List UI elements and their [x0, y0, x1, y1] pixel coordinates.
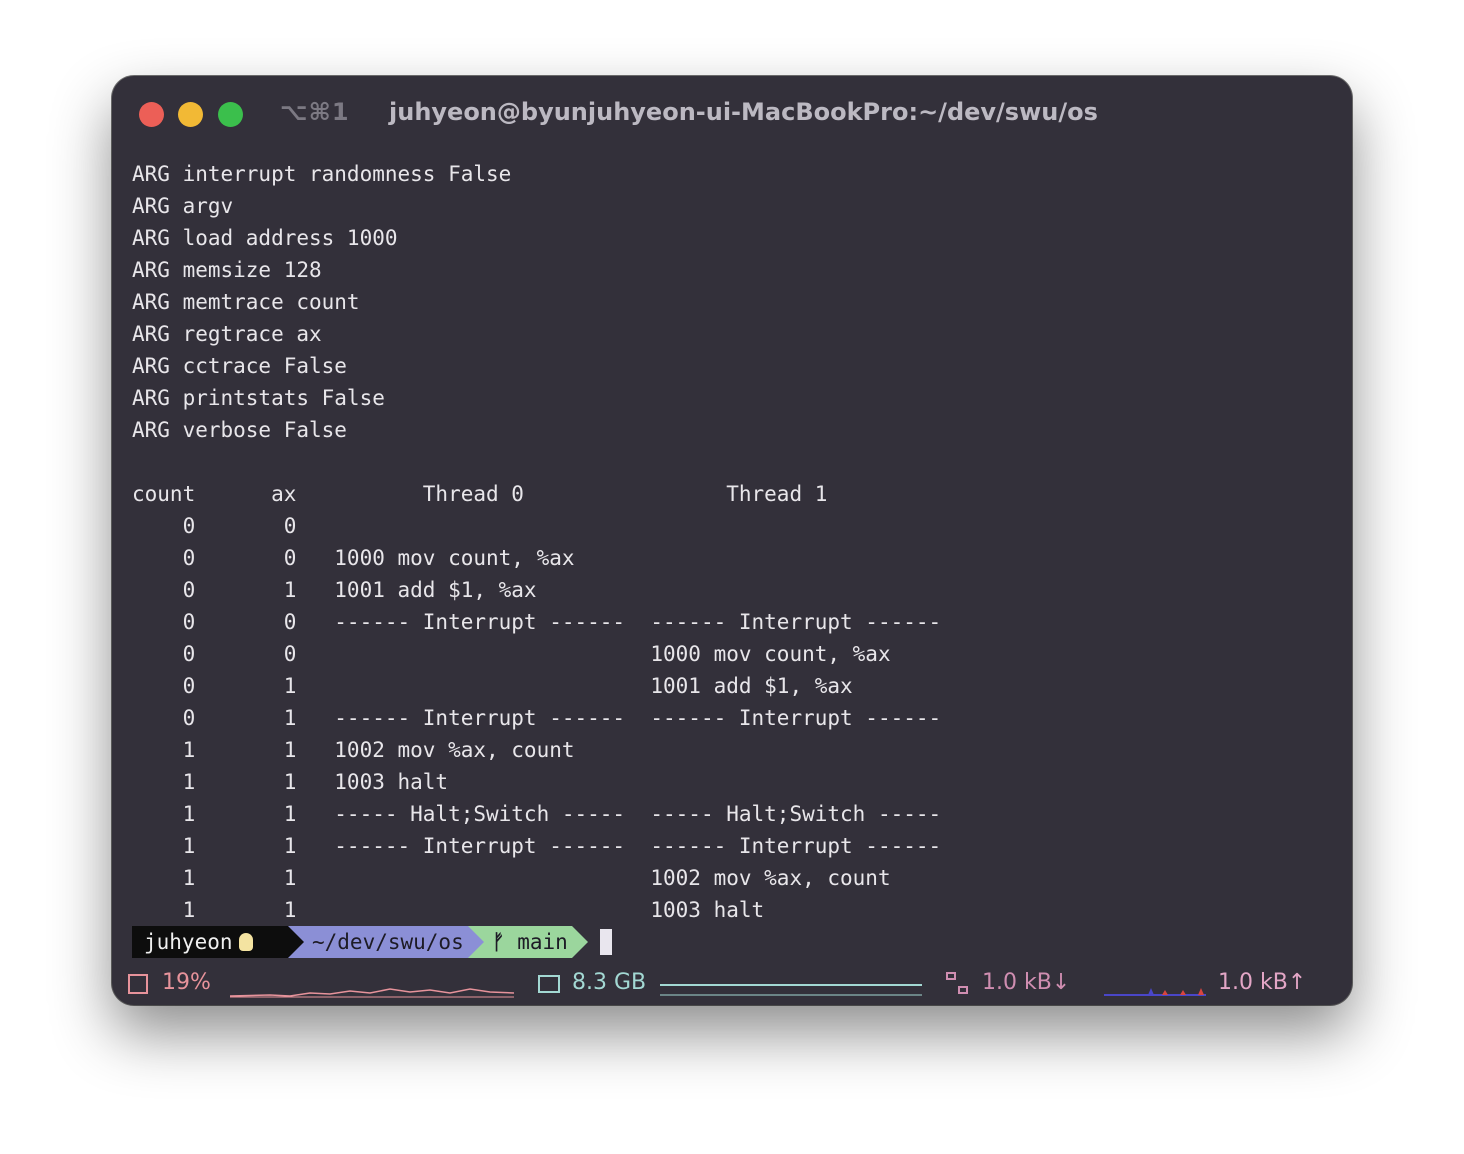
segment-separator-icon: [572, 926, 588, 958]
network-icon: [946, 972, 970, 996]
network-sparkline: [1104, 988, 1206, 996]
status-bar: 19% 8.3 GB 1.0 kB↓ 1.0 kB↑: [112, 964, 1352, 1004]
terminal-line: count ax Thread 0 Thread 1: [132, 482, 828, 506]
memory-sparkline: [660, 984, 922, 996]
terminal-line: 0 0: [132, 514, 297, 538]
terminal-line: 1 1 1002 mov %ax, count: [132, 738, 575, 762]
terminal-line: 0 0 1000 mov count, %ax: [132, 546, 575, 570]
terminal-line: ARG cctrace False: [132, 354, 347, 378]
terminal-line: ARG regtrace ax: [132, 322, 322, 346]
terminal-line: ARG load address 1000: [132, 226, 398, 250]
terminal-line: 0 1 1001 add $1, %ax: [132, 674, 853, 698]
git-branch-icon: ᚠ: [492, 930, 518, 954]
terminal-line: ARG memsize 128: [132, 258, 322, 282]
zoom-window-button[interactable]: [218, 102, 243, 127]
terminal-line: ARG argv: [132, 194, 234, 218]
terminal-line: 1 1 ----- Halt;Switch ----- ----- Halt;S…: [132, 802, 942, 826]
title-bar: ⌥⌘1 juhyeon@byunjuhyeon-ui-MacBookPro:~/…: [112, 76, 1352, 152]
terminal-line: ARG interrupt randomness False: [132, 162, 512, 186]
window-title: juhyeon@byunjuhyeon-ui-MacBookPro:~/dev/…: [389, 98, 1098, 126]
network-download: 1.0 kB↓: [982, 970, 1071, 995]
terminal-line: ARG verbose False: [132, 418, 347, 442]
terminal-window: ⌥⌘1 juhyeon@byunjuhyeon-ui-MacBookPro:~/…: [112, 76, 1352, 1005]
cpu-icon: [128, 974, 148, 994]
network-upload: 1.0 kB↑: [1218, 970, 1307, 995]
terminal-line: 1 1 1003 halt: [132, 898, 765, 922]
prompt-branch: main: [517, 930, 568, 954]
terminal-line: 0 1 ------ Interrupt ------ ------ Inter…: [132, 706, 942, 730]
terminal-line: 1 1 ------ Interrupt ------ ------ Inter…: [132, 834, 942, 858]
terminal-line: 0 0 ------ Interrupt ------ ------ Inter…: [132, 610, 942, 634]
memory-usage: 8.3 GB: [572, 970, 647, 995]
memory-icon: [538, 975, 560, 993]
cpu-usage: 19%: [162, 970, 211, 995]
terminal-output[interactable]: ARG interrupt randomness False ARG argv AR…: [132, 158, 941, 926]
terminal-line: 1 1 1002 mov %ax, count: [132, 866, 891, 890]
terminal-line: ARG printstats False: [132, 386, 385, 410]
minimize-window-button[interactable]: [178, 102, 203, 127]
close-window-button[interactable]: [139, 102, 164, 127]
terminal-line: 1 1 1003 halt: [132, 770, 449, 794]
segment-separator-icon: [288, 926, 304, 958]
lightbulb-icon: [238, 933, 253, 951]
prompt-user-segment: juhyeon: [132, 926, 288, 958]
prompt-path-segment: ~/dev/swu/os: [288, 926, 468, 958]
tab-shortcut: ⌥⌘1: [280, 98, 350, 126]
terminal-line: 0 0 1000 mov count, %ax: [132, 642, 891, 666]
prompt-path: ~/dev/swu/os: [312, 930, 464, 954]
cpu-sparkline: [230, 988, 514, 998]
text-cursor: [600, 929, 612, 955]
terminal-line: 0 1 1001 add $1, %ax: [132, 578, 537, 602]
segment-separator-icon: [468, 926, 484, 958]
terminal-line: ARG memtrace count: [132, 290, 360, 314]
prompt-user: juhyeon: [144, 930, 233, 954]
